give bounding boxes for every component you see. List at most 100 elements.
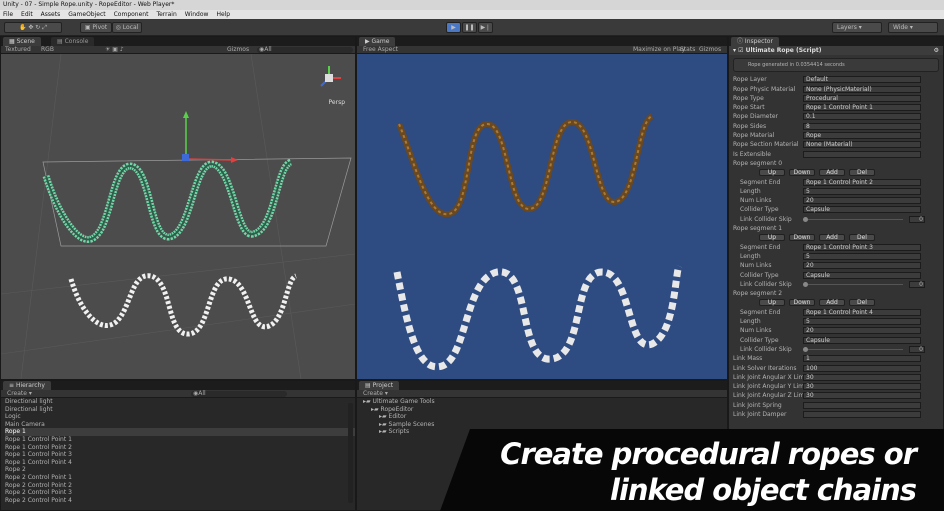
field-0-value[interactable]: Default xyxy=(803,76,921,84)
segment-length-value[interactable]: 5 xyxy=(803,252,921,260)
hierarchy-item[interactable]: Rope 1 Control Point 3 xyxy=(5,451,355,459)
hierarchy-create-dropdown[interactable]: Create ▾ xyxy=(7,390,32,398)
link-field-1-value[interactable]: 100 xyxy=(803,364,921,372)
color-mode-dropdown[interactable]: RGB xyxy=(41,46,54,54)
scene-search-input[interactable]: ◉All xyxy=(257,47,353,53)
pause-button[interactable]: ❚❚ xyxy=(462,22,477,33)
segment-down-button[interactable]: Down xyxy=(789,299,815,307)
segment-num-links-value[interactable]: 20 xyxy=(803,327,921,335)
tab-hierarchy[interactable]: ≡ Hierarchy xyxy=(3,381,51,390)
segment-down-button[interactable]: Down xyxy=(789,234,815,242)
segment-header[interactable]: Rope segment 1 xyxy=(729,224,943,233)
scene-gizmos-dropdown[interactable]: Gizmos xyxy=(227,46,249,54)
segment-collider-type-value[interactable]: Capsule xyxy=(803,206,921,214)
rope-procedural[interactable] xyxy=(396,113,654,218)
tab-game[interactable]: ▶ Game xyxy=(359,37,396,46)
segment-down-button[interactable]: Down xyxy=(789,169,815,177)
scene-lighting-icon[interactable]: ☀ ▣ ♪ xyxy=(105,46,124,54)
move-icon[interactable]: ✥ xyxy=(28,24,33,31)
hierarchy-scrollbar[interactable] xyxy=(348,403,353,503)
local-toggle[interactable]: ◎ Local xyxy=(112,22,142,33)
link-field-3-value[interactable]: 30 xyxy=(803,383,921,391)
field-1-value[interactable]: None (PhysicMaterial) xyxy=(803,85,921,93)
hierarchy-item[interactable]: Rope 2 Control Point 2 xyxy=(5,482,355,490)
link-field-6-value[interactable] xyxy=(803,410,921,418)
segment-collider-type-value[interactable]: Capsule xyxy=(803,336,921,344)
field-6-value[interactable]: Rope xyxy=(803,132,921,140)
project-folder[interactable]: ▸▰ Editor xyxy=(357,413,727,421)
game-viewport[interactable] xyxy=(357,54,727,379)
segment-skip-value[interactable]: 0 xyxy=(909,345,925,353)
segment-skip-value[interactable]: 0 xyxy=(909,280,925,288)
hierarchy-item[interactable]: Logic xyxy=(5,413,355,421)
scene-orientation-gizmo[interactable] xyxy=(315,64,343,92)
step-button[interactable]: ▶❘ xyxy=(478,22,493,33)
skip-slider-track[interactable] xyxy=(803,283,903,285)
transform-tools[interactable]: ✋ ✥ ↻ ⤢ xyxy=(4,22,62,33)
hierarchy-item[interactable]: Rope 2 xyxy=(5,466,355,474)
skip-slider-track[interactable] xyxy=(803,348,903,350)
segment-collider-type-value[interactable]: Capsule xyxy=(803,271,921,279)
link-field-0-value[interactable]: 1 xyxy=(803,355,921,363)
hierarchy-search-input[interactable]: ◉All xyxy=(191,391,287,397)
hierarchy-item[interactable]: Rope 2 Control Point 4 xyxy=(5,497,355,505)
segment-skip-value[interactable]: 0 xyxy=(909,215,925,223)
layers-dropdown[interactable]: Layers ▾ xyxy=(832,22,882,33)
segment-num-links-value[interactable]: 20 xyxy=(803,197,921,205)
menu-edit[interactable]: Edit xyxy=(21,10,33,19)
link-field-2-value[interactable]: 30 xyxy=(803,373,921,381)
rotate-icon[interactable]: ↻ xyxy=(35,24,40,31)
segment-add-button[interactable]: Add xyxy=(819,299,845,307)
project-folder[interactable]: ▸▰ RopeEditor xyxy=(357,406,727,414)
pivot-toggle[interactable]: ▣ Pivot xyxy=(80,22,112,33)
chain-links-game[interactable] xyxy=(393,264,683,371)
segment-end-value[interactable]: Rope 1 Control Point 3 xyxy=(803,243,921,251)
skip-slider-track[interactable] xyxy=(803,218,903,220)
project-folder[interactable]: ▸▰ Ultimate Game Tools xyxy=(357,398,727,406)
menu-assets[interactable]: Assets xyxy=(41,10,61,19)
segment-up-button[interactable]: Up xyxy=(759,169,785,177)
menu-window[interactable]: Window xyxy=(185,10,209,19)
menu-terrain[interactable]: Terrain xyxy=(156,10,176,19)
segment-header[interactable]: Rope segment 2 xyxy=(729,289,943,298)
hierarchy-item[interactable]: Rope 2 Control Point 3 xyxy=(5,489,355,497)
hierarchy-item[interactable]: Rope 2 Control Point 1 xyxy=(5,474,355,482)
hierarchy-item[interactable]: Main Camera xyxy=(5,421,355,429)
segment-end-value[interactable]: Rope 1 Control Point 2 xyxy=(803,178,921,186)
hierarchy-item[interactable]: Directional light xyxy=(5,398,355,406)
segment-header[interactable]: Rope segment 0 xyxy=(729,159,943,168)
scale-icon[interactable]: ⤢ xyxy=(42,24,47,31)
skip-slider-knob[interactable] xyxy=(803,216,808,222)
aspect-dropdown[interactable]: Free Aspect xyxy=(363,46,398,54)
gear-icon[interactable]: ⚙ xyxy=(934,46,939,55)
menu-gameobject[interactable]: GameObject xyxy=(68,10,105,19)
hand-icon[interactable]: ✋ xyxy=(19,24,26,31)
menu-component[interactable]: Component xyxy=(114,10,149,19)
menu-help[interactable]: Help xyxy=(216,10,230,19)
layout-dropdown[interactable]: Wide ▾ xyxy=(888,22,938,33)
hierarchy-item[interactable]: Rope 1 Control Point 2 xyxy=(5,444,355,452)
maximize-toggle[interactable]: Maximize on Play xyxy=(633,46,685,54)
play-button[interactable]: ▶ xyxy=(446,22,461,33)
field-2-value[interactable]: Procedural xyxy=(803,94,921,102)
segment-num-links-value[interactable]: 20 xyxy=(803,262,921,270)
component-header[interactable]: ▾ ☑ Ultimate Rope (Script) ⚙ xyxy=(729,46,943,56)
segment-length-value[interactable]: 5 xyxy=(803,187,921,195)
scene-viewport[interactable]: Persp xyxy=(1,54,355,379)
field-4-value[interactable]: 0.1 xyxy=(803,113,921,121)
segment-del-button[interactable]: Del xyxy=(849,299,875,307)
render-mode-dropdown[interactable]: Textured xyxy=(5,46,31,54)
tab-project[interactable]: ▤ Project xyxy=(359,381,400,390)
field-8-value[interactable] xyxy=(803,150,921,158)
chain-links-scene[interactable] xyxy=(68,273,298,337)
segment-del-button[interactable]: Del xyxy=(849,234,875,242)
hierarchy-item[interactable]: Rope 1 xyxy=(5,428,355,436)
hierarchy-item[interactable]: Rope 1 Control Point 4 xyxy=(5,459,355,467)
segment-add-button[interactable]: Add xyxy=(819,234,845,242)
segment-end-value[interactable]: Rope 1 Control Point 4 xyxy=(803,308,921,316)
segment-length-value[interactable]: 5 xyxy=(803,318,921,326)
tab-inspector[interactable]: ⓘ Inspector xyxy=(731,37,779,46)
hierarchy-item[interactable]: Rope 1 Control Point 1 xyxy=(5,436,355,444)
field-5-value[interactable]: 8 xyxy=(803,122,921,130)
menu-file[interactable]: File xyxy=(3,10,13,19)
